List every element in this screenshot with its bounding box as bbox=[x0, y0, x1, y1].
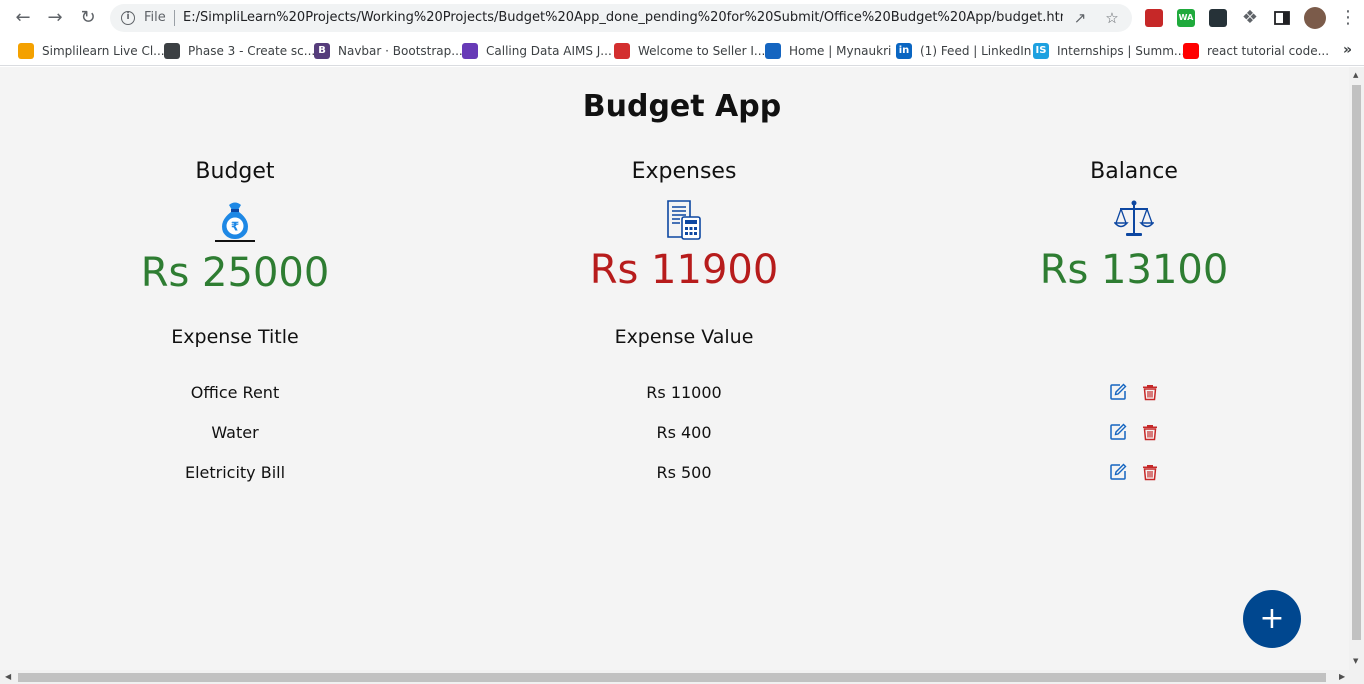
horizontal-scroll-thumb[interactable] bbox=[18, 673, 1326, 682]
globe-icon bbox=[164, 43, 180, 59]
scroll-up-icon[interactable]: ▲ bbox=[1353, 71, 1358, 79]
youtube-icon bbox=[1183, 43, 1199, 59]
delete-icon[interactable] bbox=[1141, 383, 1159, 401]
avatar[interactable] bbox=[1304, 7, 1326, 29]
pdf-extension-icon[interactable] bbox=[1145, 9, 1163, 27]
linkedin-icon: in bbox=[896, 43, 912, 59]
forward-icon[interactable]: → bbox=[45, 8, 65, 28]
star-icon[interactable]: ☆ bbox=[1103, 9, 1121, 27]
horizontal-scrollbar[interactable]: ◀ ▶ bbox=[0, 670, 1364, 684]
bookmark-item[interactable]: Simplilearn Live Cl... bbox=[18, 43, 165, 59]
scroll-right-icon[interactable]: ▶ bbox=[1339, 672, 1345, 682]
bookmark-label: Home | Mynaukri bbox=[789, 44, 892, 58]
bookmark-item[interactable]: B Navbar · Bootstrap... bbox=[314, 43, 463, 59]
internshala-icon: IS bbox=[1033, 43, 1049, 59]
bookmark-label: Navbar · Bootstrap... bbox=[338, 44, 463, 58]
delete-icon[interactable] bbox=[1141, 423, 1159, 441]
bookmark-item[interactable]: Welcome to Seller I... bbox=[614, 43, 765, 59]
scales-icon bbox=[1113, 199, 1155, 239]
scroll-left-icon[interactable]: ◀ bbox=[5, 672, 11, 682]
expense-title-cell: Water bbox=[211, 423, 259, 442]
vertical-scroll-thumb[interactable] bbox=[1352, 85, 1361, 640]
whatsapp-extension-icon[interactable]: WA bbox=[1177, 9, 1195, 27]
simplilearn-icon bbox=[18, 43, 34, 59]
seller-icon bbox=[614, 43, 630, 59]
expenses-summary: Expenses Rs 11900 bbox=[459, 67, 909, 317]
bookmark-label: (1) Feed | LinkedIn bbox=[920, 44, 1032, 58]
edit-icon[interactable] bbox=[1109, 423, 1127, 441]
browser-toolbar: ← → ↻ i File E:/SimpliLearn%20Projects/W… bbox=[0, 0, 1364, 36]
svg-text:₹: ₹ bbox=[231, 220, 239, 234]
bookmark-label: Internships | Summ... bbox=[1057, 44, 1186, 58]
side-panel-icon[interactable] bbox=[1272, 8, 1292, 28]
bookmark-item[interactable]: react tutorial code... bbox=[1183, 43, 1329, 59]
scroll-down-icon[interactable]: ▼ bbox=[1353, 657, 1358, 665]
balance-label: Balance bbox=[1090, 159, 1178, 184]
scheme-label: File bbox=[144, 10, 166, 25]
expense-title-cell: Eletricity Bill bbox=[184, 463, 286, 482]
bookmark-label: Welcome to Seller I... bbox=[638, 44, 766, 58]
bookmark-label: Simplilearn Live Cl... bbox=[42, 44, 165, 58]
back-icon[interactable]: ← bbox=[13, 8, 33, 28]
invoice-calculator-icon bbox=[664, 199, 704, 243]
expense-value-cell: Rs 500 bbox=[656, 463, 712, 482]
expense-title-cell: Office Rent bbox=[190, 383, 280, 402]
vertical-scrollbar[interactable]: ▲ ▼ bbox=[1349, 67, 1364, 670]
balance-amount: Rs 13100 bbox=[1039, 247, 1229, 293]
edit-icon[interactable] bbox=[1109, 383, 1127, 401]
bookmark-item[interactable]: in (1) Feed | LinkedIn bbox=[896, 43, 1031, 59]
share-icon[interactable]: ↗ bbox=[1071, 9, 1089, 27]
forms-icon bbox=[462, 43, 478, 59]
expenses-amount: Rs 11900 bbox=[589, 247, 779, 293]
address-bar[interactable]: i File E:/SimpliLearn%20Projects/Working… bbox=[110, 4, 1132, 32]
delete-icon[interactable] bbox=[1141, 463, 1159, 481]
bookmark-item[interactable]: Calling Data AIMS J... bbox=[462, 43, 612, 59]
budget-summary: Budget ₹ Rs 25000 bbox=[10, 67, 460, 317]
budget-label: Budget bbox=[195, 159, 275, 184]
naukri-icon bbox=[765, 43, 781, 59]
budget-amount: Rs 25000 bbox=[140, 250, 330, 296]
puzzle-icon[interactable]: ❖ bbox=[1240, 8, 1260, 28]
balance-summary: Balance Rs 13100 bbox=[909, 67, 1359, 317]
expenses-label: Expenses bbox=[631, 159, 737, 184]
bookmark-label: Phase 3 - Create sc... bbox=[188, 44, 316, 58]
pen-extension-icon[interactable] bbox=[1209, 9, 1227, 27]
page-viewport: Budget App Budget ₹ Rs 25000 Expenses Rs… bbox=[0, 67, 1364, 684]
info-icon[interactable]: i bbox=[121, 11, 135, 25]
header-expense-title: Expense Title bbox=[171, 326, 299, 348]
reload-icon[interactable]: ↻ bbox=[78, 8, 98, 28]
bookmark-label: Calling Data AIMS J... bbox=[486, 44, 612, 58]
bootstrap-icon: B bbox=[314, 43, 330, 59]
expense-value-cell: Rs 11000 bbox=[646, 383, 722, 402]
bookmark-item[interactable]: Phase 3 - Create sc... bbox=[164, 43, 315, 59]
add-expense-button[interactable]: + bbox=[1243, 590, 1301, 648]
expense-value-cell: Rs 400 bbox=[656, 423, 712, 442]
money-bag-icon: ₹ bbox=[215, 199, 255, 243]
url-text[interactable]: E:/SimpliLearn%20Projects/Working%20Proj… bbox=[183, 10, 1063, 26]
menu-icon[interactable]: ⋮ bbox=[1338, 8, 1358, 28]
edit-icon[interactable] bbox=[1109, 463, 1127, 481]
header-expense-value: Expense Value bbox=[614, 326, 754, 348]
address-separator bbox=[174, 10, 175, 26]
more-bookmarks-icon[interactable]: » bbox=[1343, 42, 1352, 58]
bookmark-label: react tutorial code... bbox=[1207, 44, 1330, 58]
bookmark-item[interactable]: IS Internships | Summ... bbox=[1033, 43, 1185, 59]
bookmark-item[interactable]: Home | Mynaukri bbox=[765, 43, 891, 59]
bookmarks-bar: Simplilearn Live Cl... Phase 3 - Create … bbox=[0, 36, 1364, 66]
